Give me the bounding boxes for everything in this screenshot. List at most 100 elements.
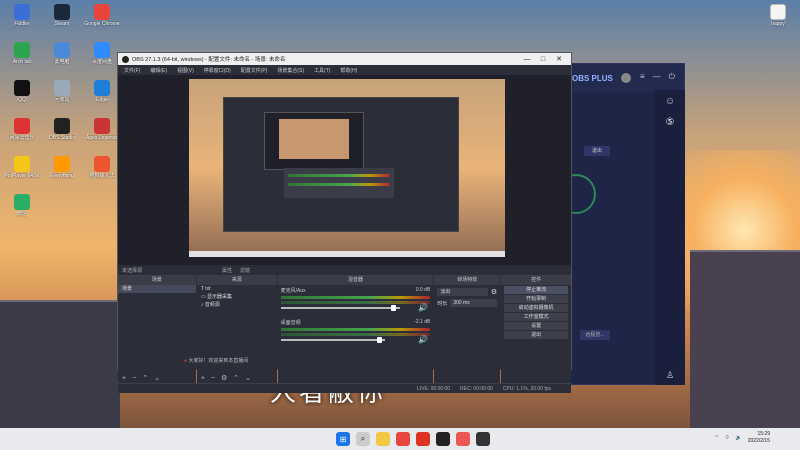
app-icon[interactable] [456, 432, 470, 446]
start-recording-button[interactable]: 开始录制 [504, 295, 569, 303]
down-icon[interactable]: ⌄ [154, 374, 160, 382]
source-item[interactable]: T txt [197, 285, 277, 293]
no-source-label: 未选择源 [122, 267, 143, 274]
volume-knob[interactable] [390, 305, 396, 311]
speaker-icon[interactable]: 🔊 [418, 335, 428, 344]
windows-icon[interactable]: ⊞ [336, 432, 350, 446]
dock-row: 场景 场景 + − ⌃ ⌄ 来源 T txt ▭ 显示器采集 ♪ 音频源 + −… [118, 275, 572, 383]
source-toolbar: 未选择源 属性 滤镜 [118, 265, 571, 275]
steam-icon [54, 4, 70, 20]
up-icon[interactable]: ⌃ [233, 374, 239, 382]
add-icon[interactable]: + [122, 375, 126, 382]
menu-file[interactable]: 文件(F) [124, 67, 140, 74]
search-icon[interactable]: ⌕ [356, 432, 370, 446]
obs-icon[interactable] [436, 432, 450, 446]
volume-slider[interactable] [280, 337, 386, 343]
controls-dock-title: 控件 [501, 276, 572, 285]
record-dot-icon: ● [184, 358, 188, 364]
desktop-icon[interactable]: 此电脑 [42, 42, 82, 80]
volume-icon[interactable]: 🔈 [736, 435, 742, 441]
desktop-icon[interactable]: PotPlayer 64 bit [2, 156, 42, 194]
start-virtual-camera-button[interactable]: 启动虚拟摄像机 [504, 304, 569, 312]
desktop-icon[interactable]: 微信 [2, 194, 42, 232]
menu-docks[interactable]: 停靠窗口(D) [204, 67, 231, 74]
desktop-icon[interactable]: 搜狗输入法 [82, 156, 122, 194]
minimize-icon[interactable]: — [653, 72, 661, 82]
obs-window[interactable]: OBS 27.1.3 (64-bit, windows) - 配置文件: 未命名… [117, 52, 572, 393]
power-icon[interactable]: ⏻ [669, 72, 675, 82]
menu-help[interactable]: 帮助(H) [340, 67, 357, 74]
desktop-icon[interactable]: 回收站 [42, 80, 82, 118]
gear-icon[interactable]: ⚙ [491, 288, 497, 296]
transitions-dock-title: 转场特效 [434, 276, 501, 285]
gear-icon[interactable]: ⚙ [221, 374, 227, 382]
mixer-dock: 混音器 麦克风/Aux 0.0 dB 🔊 桌面音频 -2.1 dB 🔊 [277, 275, 434, 383]
keyboard-icon [94, 156, 110, 172]
preview-canvas[interactable] [189, 79, 505, 257]
terminal-icon[interactable] [476, 432, 490, 446]
minimize-button[interactable]: — [519, 56, 535, 63]
desktop-icon[interactable]: OBS Studio [42, 118, 82, 156]
menu-tools[interactable]: 工具(T) [314, 67, 330, 74]
source-item[interactable]: ♪ 音频源 [197, 301, 277, 309]
desktop-icon[interactable]: Edge [82, 80, 122, 118]
settings-button[interactable]: 设置 [504, 322, 569, 330]
scenes-dock-footer: + − ⌃ ⌄ [118, 373, 196, 383]
menu-icon[interactable]: ≡ [640, 72, 645, 82]
person-icon[interactable]: ♙ [655, 370, 685, 381]
source-item[interactable]: ▭ 显示器采集 [197, 293, 277, 301]
filters-button[interactable]: 滤镜 [240, 267, 250, 274]
properties-button[interactable]: 属性 [222, 267, 232, 274]
exit-button[interactable]: 退出 [504, 331, 569, 339]
nested-preview-3 [279, 119, 349, 159]
duration-input[interactable]: 300 ms [450, 299, 498, 307]
close-button[interactable]: ✕ [551, 55, 567, 63]
desktop-icon[interactable]: Everything [42, 156, 82, 194]
channel-db: -2.1 dB [414, 319, 431, 325]
avatar[interactable] [620, 73, 631, 83]
maximize-button[interactable]: □ [535, 56, 551, 63]
cpu-status: CPU: 1.1%, 30.00 fps [502, 385, 551, 392]
chevron-up-icon[interactable]: ⌃ [715, 435, 719, 441]
clock[interactable]: 15:29 2022/2/15 [748, 431, 770, 445]
status-bar: LIVE: 00:00:00 REC: 00:00:00 CPU: 1.1%, … [118, 383, 571, 393]
volume-knob[interactable] [377, 337, 383, 343]
remove-icon[interactable]: − [132, 375, 136, 382]
menu-scene-collection[interactable]: 场景集合(S) [277, 67, 304, 74]
netease-icon[interactable] [416, 432, 430, 446]
add-icon[interactable]: + [201, 375, 205, 382]
desktop-icon[interactable]: happy [758, 4, 798, 42]
menu-profile[interactable]: 配置文件(P) [241, 67, 268, 74]
chrome-icon[interactable] [396, 432, 410, 446]
up-icon[interactable]: ⌃ [142, 374, 148, 382]
remote-button[interactable]: 远程管... [580, 330, 610, 340]
search-icon [54, 156, 70, 172]
file-explorer-icon[interactable] [376, 432, 390, 446]
desktop-icon[interactable]: Google Chrome [82, 4, 122, 42]
speaker-icon[interactable]: 🔊 [418, 303, 428, 312]
down-icon[interactable]: ⌄ [245, 374, 251, 382]
volume-slider[interactable] [280, 305, 401, 311]
desktop-icon[interactable]: 网易云音乐 [2, 118, 42, 156]
studio-mode-button[interactable]: 工作室模式 [504, 313, 569, 321]
desktop-icon[interactable]: Apex Legends [82, 118, 122, 156]
channel-db: 0.0 dB [415, 287, 431, 293]
menu-edit[interactable]: 编辑(E) [150, 67, 167, 74]
menu-bar: 文件(F) 编辑(E) 视图(V) 停靠窗口(D) 配置文件(P) 场景集合(S… [118, 65, 571, 75]
scene-item[interactable]: 场景 [118, 285, 196, 293]
badge-icon[interactable]: ⑤ [655, 117, 685, 128]
desktop-icon[interactable]: Arch lab [2, 42, 42, 80]
menu-view[interactable]: 视图(V) [177, 67, 194, 74]
desktop-icon[interactable]: QQ [2, 80, 42, 118]
remove-icon[interactable]: − [211, 375, 215, 382]
desktop-icon[interactable]: 百度网盘 [82, 42, 122, 80]
taskbar-icons: ⊞ ⌕ [336, 432, 490, 446]
stop-streaming-button[interactable]: 停止推流 [504, 286, 569, 294]
user-icon[interactable]: ☺ [655, 96, 685, 107]
exit-button[interactable]: 退出 [584, 146, 610, 156]
desktop-icon[interactable]: Steam [42, 4, 82, 42]
desktop-icon[interactable]: Fiddler [2, 4, 42, 42]
transition-select[interactable]: 淡出 [437, 288, 488, 296]
qq-icon [14, 80, 30, 96]
wifi-icon[interactable]: ⌔ [725, 435, 730, 441]
